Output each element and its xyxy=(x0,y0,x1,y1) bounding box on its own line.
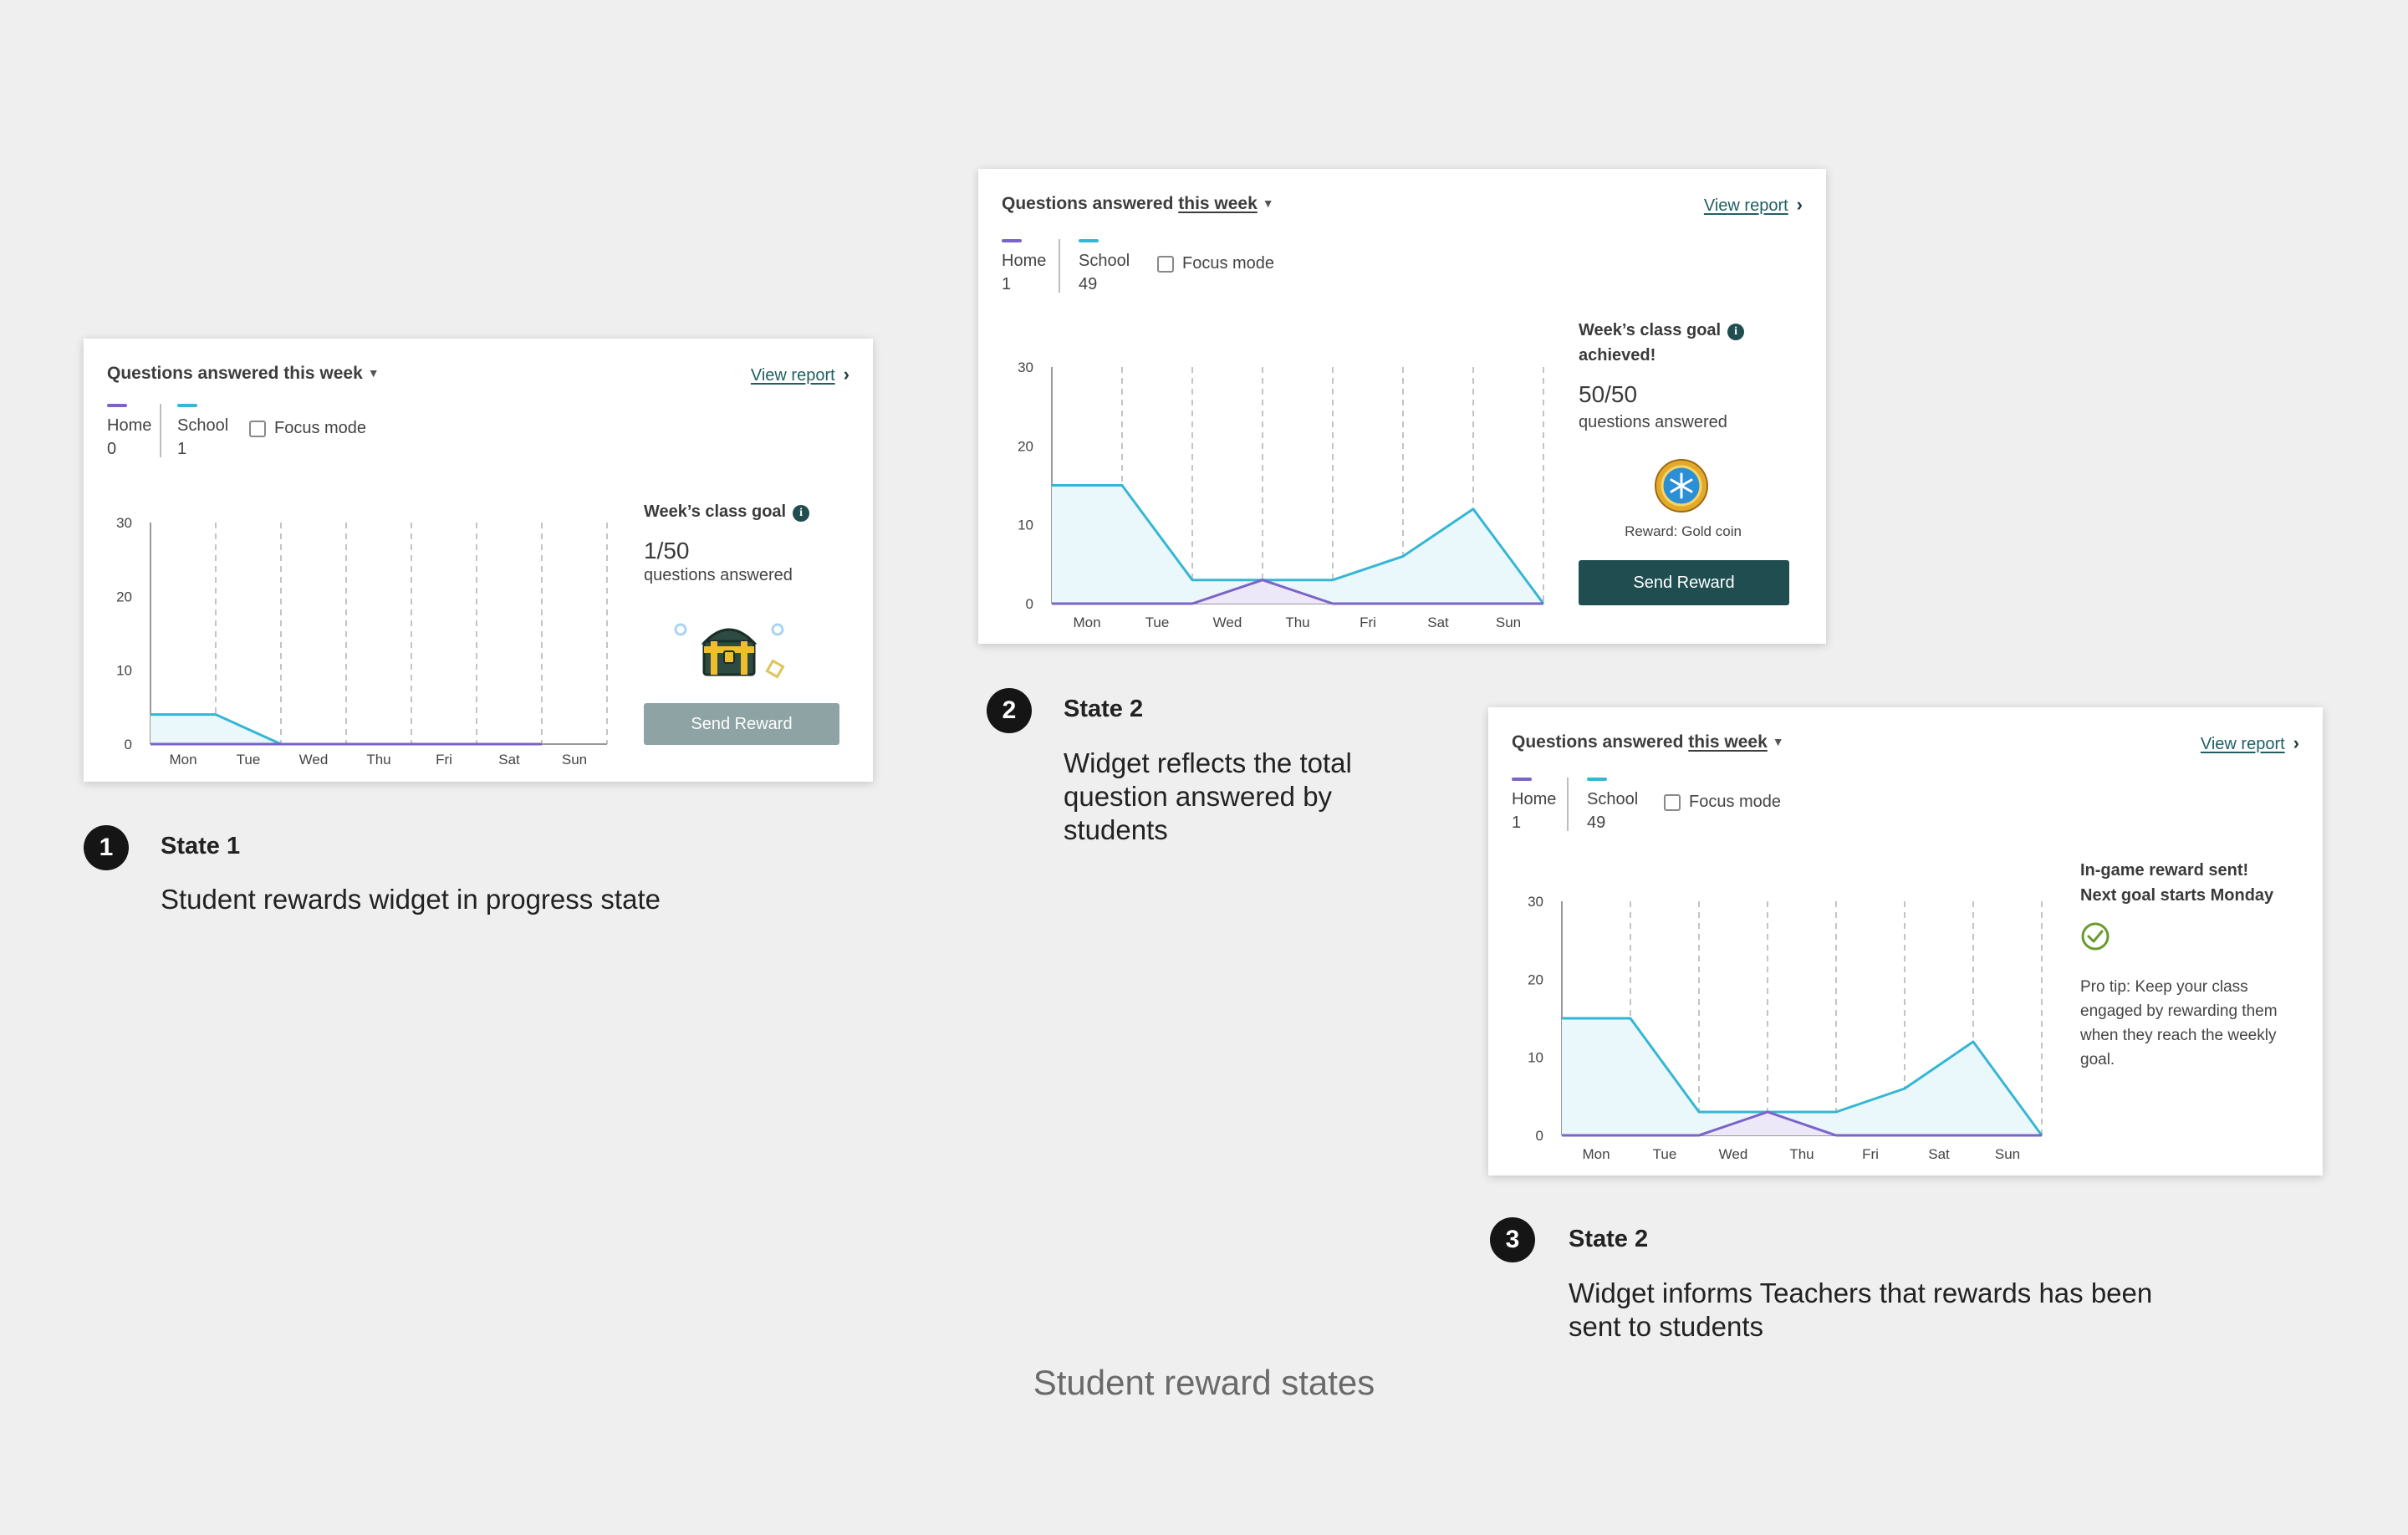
y-tick-label: 20 xyxy=(1018,438,1033,454)
x-tick-label: Sun xyxy=(1995,1146,2020,1162)
x-tick-label: Sun xyxy=(1496,615,1521,630)
chevron-right-icon: › xyxy=(1796,194,1803,215)
check-circle-icon xyxy=(2081,922,2110,951)
goal-panel: Week’s class goal i 1/50 questions answer… xyxy=(644,499,844,585)
questions-chart: 0 10 20 30 Mon Tue Wed Thu Fri Sat Sun xyxy=(1528,894,2043,1162)
y-tick-label: 20 xyxy=(116,589,132,604)
x-tick-label: Wed xyxy=(1719,1146,1748,1162)
view-report-link[interactable]: View report › xyxy=(2201,732,2299,754)
y-tick-label: 30 xyxy=(1528,894,1543,910)
goal-subtitle: questions answered xyxy=(1579,413,1727,431)
x-tick-label: Tue xyxy=(237,752,261,768)
questions-chart: 0 10 20 30 Mon Tue Wed Thu Fri Sat Sun xyxy=(1018,360,1545,630)
widget-state-2: Questions answered this week ▼ View repor… xyxy=(978,169,1826,644)
widget-state-3: Questions answered this week ▼ View repor… xyxy=(1488,707,2323,1175)
school-area xyxy=(1052,485,1543,604)
x-tick-label: Thu xyxy=(366,752,390,768)
send-reward-button[interactable]: Send Reward xyxy=(1579,560,1789,605)
view-report-link[interactable]: View report › xyxy=(751,364,849,385)
x-tick-label: Thu xyxy=(1789,1146,1814,1162)
step-3-badge: 3 xyxy=(1490,1217,1535,1262)
x-tick-label: Sat xyxy=(498,752,520,768)
x-tick-label: Sat xyxy=(1928,1146,1950,1162)
x-tick-label: Mon xyxy=(169,752,196,768)
step-2-title: State 2 xyxy=(1064,696,1144,722)
widget-state-1: Questions answered this week ▼ View repor… xyxy=(84,339,873,782)
page-title: Student reward states xyxy=(1033,1363,1375,1402)
x-tick-label: Tue xyxy=(1145,615,1170,630)
goal-title: Week’s class goal i achieved! xyxy=(1579,318,1804,368)
step-3-title: State 2 xyxy=(1569,1226,1649,1252)
pro-tip: Pro tip: Keep your class engaged by rewa… xyxy=(2080,978,2278,1068)
step-1-badge: 1 xyxy=(84,825,129,870)
x-tick-label: Tue xyxy=(1653,1146,1677,1162)
goal-panel: Week’s class goal i achieved! 50/50 questi… xyxy=(1579,318,1804,432)
school-area xyxy=(1562,1018,2042,1135)
chevron-right-icon: › xyxy=(843,364,849,385)
send-reward-button[interactable]: Send Reward xyxy=(644,703,839,745)
goal-subtitle: questions answered xyxy=(644,566,793,584)
goal-count: 50/50 xyxy=(1579,381,1638,407)
step-1-description: Student rewards widget in progress state xyxy=(161,884,661,915)
treasure-chest-icon xyxy=(674,623,785,679)
x-tick-label: Sat xyxy=(1427,615,1449,630)
x-tick-label: Fri xyxy=(1360,615,1376,630)
step-3-description: Widget informs Teachers that rewards has… xyxy=(1569,1277,2153,1342)
goal-title: Week’s class goal i xyxy=(644,499,844,524)
gold-coin-icon xyxy=(1655,459,1708,513)
reward-caption: Reward: Gold coin xyxy=(1625,523,1742,539)
sent-title: In-game reward sent! Next goal starts Mon… xyxy=(2080,861,2274,905)
y-tick-label: 30 xyxy=(116,515,132,531)
x-tick-label: Mon xyxy=(1073,615,1100,630)
x-tick-label: Wed xyxy=(299,752,329,768)
y-tick-label: 0 xyxy=(1026,596,1033,612)
x-tick-label: Fri xyxy=(436,752,452,768)
y-tick-label: 0 xyxy=(125,737,132,752)
status-panel: In-game reward sent! Next goal starts Mon… xyxy=(2080,858,2311,1072)
y-tick-label: 20 xyxy=(1528,971,1543,987)
x-tick-label: Thu xyxy=(1285,615,1309,630)
y-tick-label: 0 xyxy=(1536,1128,1543,1144)
y-tick-label: 10 xyxy=(1528,1050,1543,1066)
y-tick-label: 10 xyxy=(116,663,132,679)
x-tick-label: Fri xyxy=(1862,1146,1879,1162)
y-tick-label: 10 xyxy=(1018,518,1033,533)
info-icon[interactable]: i xyxy=(793,505,810,522)
questions-chart: 0 10 20 30 Mon Tue Wed Thu Fri Sat Sun xyxy=(116,515,608,768)
step-2-badge: 2 xyxy=(987,688,1032,733)
info-icon[interactable]: i xyxy=(1727,324,1745,340)
chevron-right-icon: › xyxy=(2293,732,2299,753)
step-2-description: Widget reflects the total question answe… xyxy=(1064,747,1352,845)
x-tick-label: Wed xyxy=(1213,615,1242,630)
y-tick-label: 30 xyxy=(1018,360,1033,375)
step-1-title: State 1 xyxy=(161,833,241,859)
x-tick-label: Sun xyxy=(562,752,587,768)
goal-count: 1/50 xyxy=(644,538,690,564)
x-tick-label: Mon xyxy=(1582,1146,1610,1162)
view-report-link[interactable]: View report › xyxy=(1704,194,1803,216)
